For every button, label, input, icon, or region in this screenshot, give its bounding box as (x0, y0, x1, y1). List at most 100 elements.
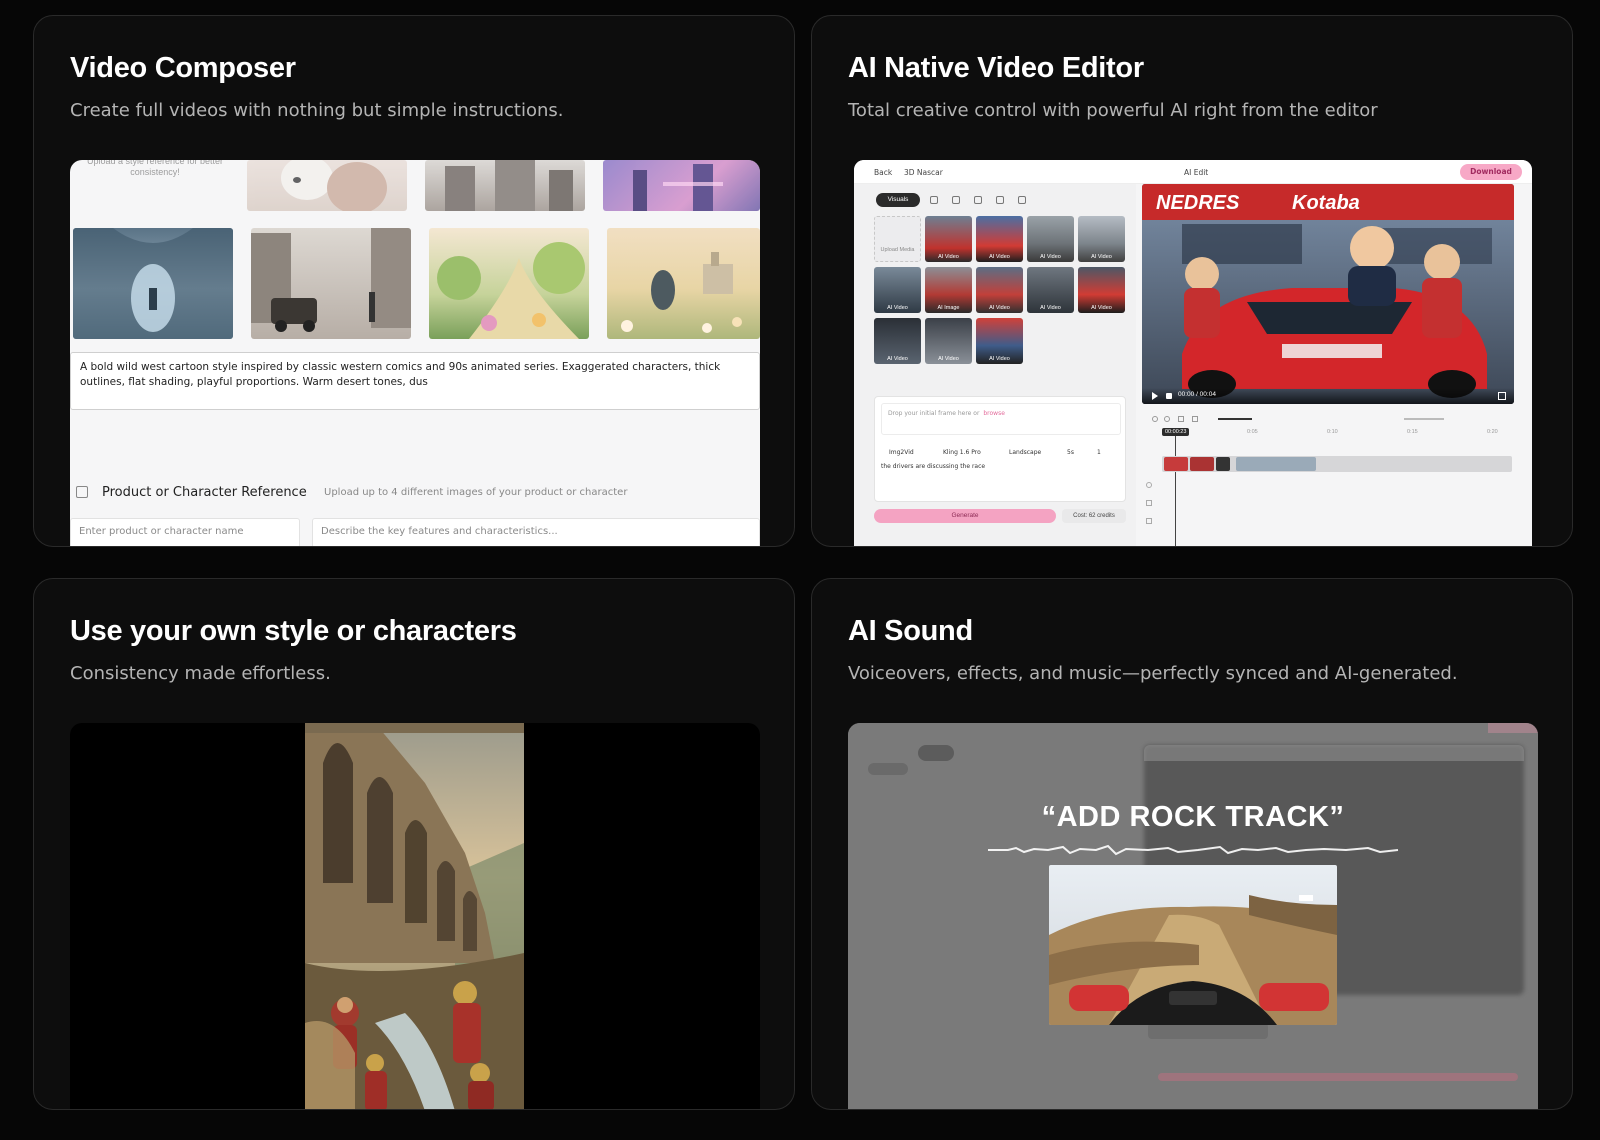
tick-label: 0:10 (1327, 429, 1338, 435)
dirt-bike-image (1049, 865, 1337, 1025)
media-label: AI Video (989, 356, 1010, 362)
ai-edit-label[interactable]: AI Edit (1184, 168, 1208, 177)
card-title: AI Native Video Editor (848, 52, 1144, 84)
fairy-garden-image (437, 242, 585, 339)
card-title: Video Composer (70, 52, 296, 84)
media-thumb[interactable]: AI Video (925, 318, 972, 364)
vintage-street-image (251, 228, 411, 332)
card-subtitle: Consistency made effortless. (70, 663, 331, 684)
browse-link[interactable]: browse (983, 410, 1005, 417)
card-subtitle: Create full videos with nothing but simp… (70, 100, 564, 121)
dog-image (281, 160, 387, 211)
character-name-input[interactable]: Enter product or character name (70, 518, 300, 546)
timeline-toolbar (1142, 412, 1522, 426)
composer-preview: Upload a style reference for better cons… (70, 160, 760, 546)
media-thumb[interactable]: AI Video (976, 216, 1023, 262)
clip[interactable] (1236, 457, 1316, 471)
cost-label: Cost: 62 credits (1062, 509, 1126, 523)
duration-select[interactable]: 5s (1067, 449, 1074, 456)
tab-visuals[interactable]: Visuals (876, 193, 920, 207)
volume-slider[interactable] (1218, 418, 1252, 420)
banner-text-right: Kotaba (1292, 192, 1360, 214)
text-icon[interactable] (996, 196, 1004, 204)
fullscreen-icon[interactable] (1498, 392, 1506, 400)
media-thumb[interactable]: AI Video (1078, 216, 1125, 262)
back-link[interactable]: Back (874, 168, 892, 177)
editor-preview: Back 3D Nascar AI Edit Download Visuals … (854, 160, 1532, 546)
tick-label: 0:15 (1407, 429, 1418, 435)
playhead[interactable] (1175, 436, 1176, 546)
prompt-text[interactable]: the drivers are discussing the race (881, 463, 985, 470)
media-thumb[interactable]: AI Video (976, 318, 1023, 364)
audio-track-icon (1146, 500, 1152, 506)
style-prompt-input[interactable]: A bold wild west cartoon style inspired … (70, 352, 760, 410)
image-icon (76, 486, 88, 498)
reference-hint: Upload up to 4 different images of your … (324, 487, 628, 498)
redo-icon[interactable] (1164, 416, 1170, 422)
media-thumb[interactable]: AI Image (925, 267, 972, 313)
neon-city-image (633, 164, 723, 211)
video-time: 00:00 / 00:04 (1178, 391, 1216, 398)
media-label: AI Video (1091, 254, 1112, 260)
timeline-ruler: 00:00:23 0:05 0:10 0:15 0:20 (1162, 428, 1512, 438)
style-thumb[interactable] (607, 228, 760, 339)
undo-icon[interactable] (1152, 416, 1158, 422)
tick-label: 0:05 (1247, 429, 1258, 435)
media-thumb[interactable]: AI Video (1078, 267, 1125, 313)
upload-media-tile[interactable]: Upload Media (874, 216, 921, 262)
mic-icon[interactable] (930, 196, 938, 204)
card-ai-sound: AI Sound Voiceovers, effects, and music—… (811, 578, 1573, 1110)
video-track[interactable] (1162, 456, 1512, 472)
waveform (988, 844, 1399, 856)
castle-field-image (621, 252, 742, 333)
generate-button[interactable]: Generate (874, 509, 1056, 523)
mode-select[interactable]: Img2Vid (889, 449, 914, 456)
style-thumb[interactable] (603, 160, 760, 211)
style-thumb[interactable] (73, 228, 233, 339)
media-thumb[interactable]: AI Video (1027, 216, 1074, 262)
count-stepper[interactable]: 1 (1097, 449, 1101, 456)
zoom-slider[interactable] (1404, 418, 1444, 420)
media-thumb[interactable]: AI Video (874, 267, 921, 313)
character-features-input[interactable]: Describe the key features and characteri… (312, 518, 760, 546)
volume-icon[interactable] (1166, 393, 1172, 399)
transition-icon[interactable] (1018, 196, 1026, 204)
style-thumb[interactable] (247, 160, 407, 211)
style-thumb[interactable] (251, 228, 411, 339)
card-subtitle: Total creative control with powerful AI … (848, 100, 1378, 121)
media-thumb[interactable]: AI Video (976, 267, 1023, 313)
headphones-icon[interactable] (952, 196, 960, 204)
style-thumb[interactable] (429, 228, 589, 339)
video-player[interactable]: NEDRES Kotaba 00:00 / 00:04 (1142, 184, 1514, 404)
cave-image (73, 228, 233, 339)
style-thumb[interactable] (425, 160, 585, 211)
card-title: AI Sound (848, 615, 973, 647)
model-select[interactable]: Kling 1.6 Pro (943, 449, 981, 456)
clip[interactable] (1216, 457, 1230, 471)
prompt-input-area[interactable]: Drop your initial frame here or browse (881, 403, 1121, 435)
prompt-placeholder: Drop your initial frame here or (888, 410, 980, 417)
card-own-style: Use your own style or characters Consist… (33, 578, 795, 1110)
trash-icon[interactable] (1178, 416, 1184, 422)
motocross-clip[interactable] (1049, 865, 1337, 1025)
clip[interactable] (1164, 457, 1188, 471)
media-label: AI Video (938, 254, 959, 260)
card-subtitle: Voiceovers, effects, and music—perfectly… (848, 663, 1458, 684)
mic-track-icon (1146, 482, 1152, 488)
music-icon[interactable] (974, 196, 982, 204)
media-label: AI Video (1040, 254, 1061, 260)
editor-media-panel: Visuals Upload Media AI Video AI Video A… (854, 184, 1136, 546)
media-thumb[interactable]: AI Video (1027, 267, 1074, 313)
media-thumb[interactable]: AI Video (925, 216, 972, 262)
media-label: AI Image (937, 305, 960, 311)
media-label: AI Video (887, 305, 908, 311)
timeline[interactable]: 00:00:23 0:05 0:10 0:15 0:20 (1142, 412, 1522, 546)
sound-caption: “ADD ROCK TRACK” (1041, 801, 1345, 833)
clip[interactable] (1190, 457, 1214, 471)
download-button[interactable]: Download (1460, 164, 1522, 180)
aspect-select[interactable]: Landscape (1009, 449, 1041, 456)
sound-preview: “ADD ROCK TRACK” (848, 723, 1538, 1109)
media-thumb[interactable]: AI Video (874, 318, 921, 364)
scissors-icon[interactable] (1192, 416, 1198, 422)
play-icon[interactable] (1152, 392, 1158, 400)
